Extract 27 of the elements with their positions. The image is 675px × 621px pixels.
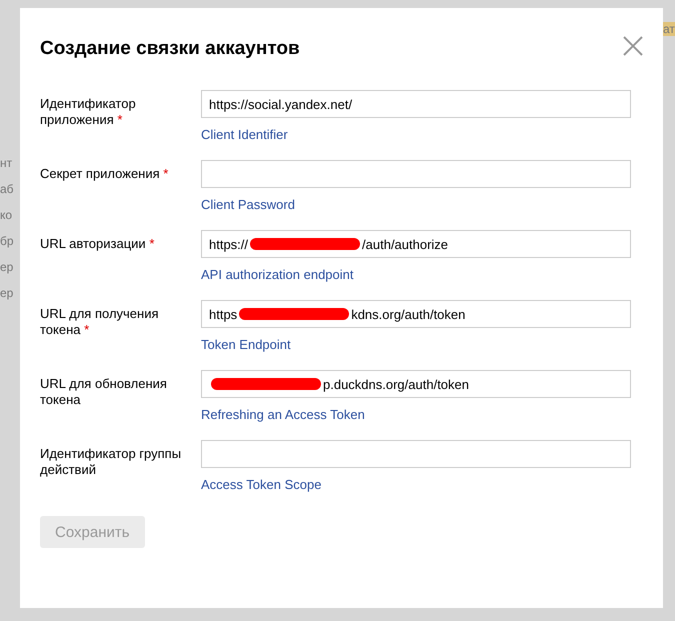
text-input[interactable]: https:// /auth/authorize (201, 230, 631, 258)
help-link[interactable]: Refreshing an Access Token (201, 407, 365, 422)
help-link[interactable]: Token Endpoint (201, 337, 291, 352)
text-input[interactable]: https kdns.org/auth/token (201, 300, 631, 328)
background-text: ер (0, 260, 14, 274)
field-label: URL для получения токена * (40, 305, 160, 339)
background-text: аб (0, 182, 15, 196)
dialog-title: Создание связки аккаунтов (40, 38, 301, 60)
background-text: ат (663, 22, 675, 36)
background-text: ер (0, 286, 14, 300)
text-input[interactable]: p.duckdns.org/auth/token (201, 370, 631, 398)
text-input[interactable] (201, 440, 631, 468)
field-label: Идентификатор группы действий (40, 445, 182, 479)
background-text: нт (0, 156, 14, 170)
field-label: URL авторизации * (40, 235, 156, 253)
field-label: URL для обновления токена (40, 375, 168, 409)
close-icon[interactable] (623, 36, 643, 56)
field-label: Идентификатор приложения * (40, 95, 137, 129)
text-input[interactable]: https://social.yandex.net/ (201, 90, 631, 118)
text-input[interactable] (201, 160, 631, 188)
help-link[interactable]: Client Identifier (201, 127, 288, 142)
background-text: ко (0, 208, 14, 222)
field-label: Секрет приложения * (40, 165, 170, 183)
help-link[interactable]: API authorization endpoint (201, 267, 354, 282)
help-link[interactable]: Access Token Scope (201, 477, 322, 492)
help-link[interactable]: Client Password (201, 197, 295, 212)
background-text: бр (0, 234, 15, 248)
